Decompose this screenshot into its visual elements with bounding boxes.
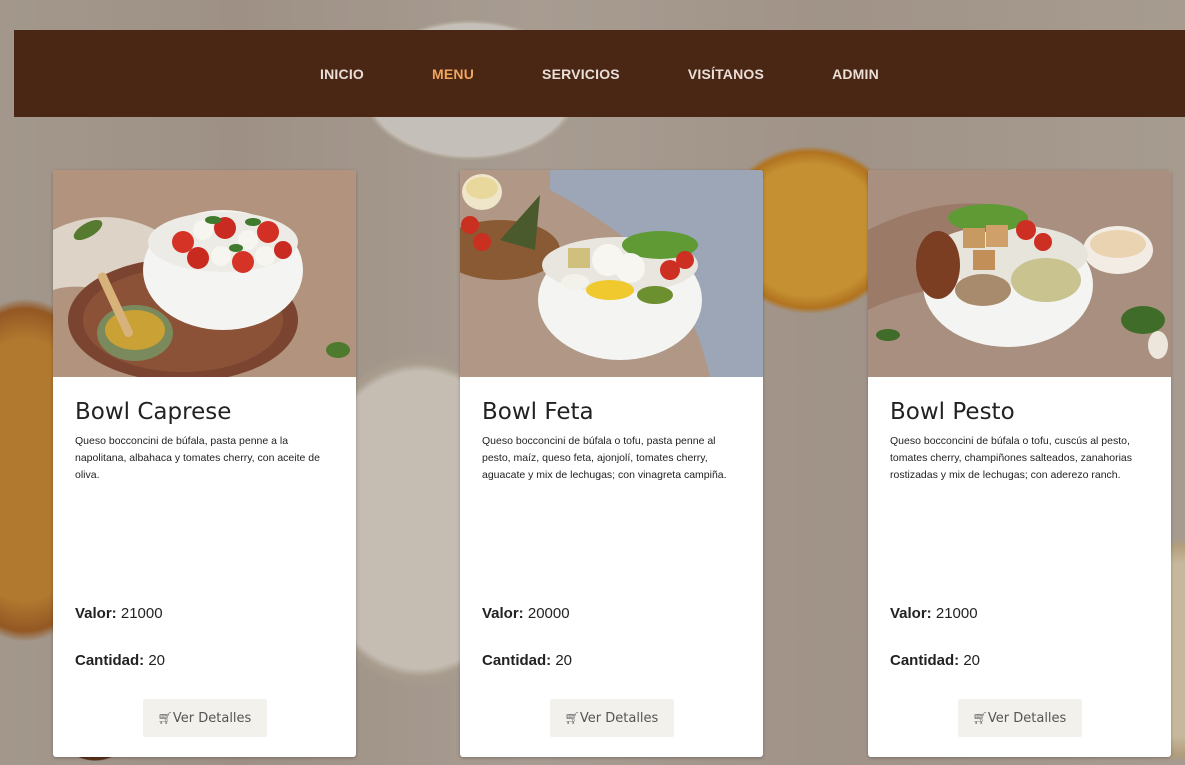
quantity-label: Cantidad: bbox=[890, 652, 960, 669]
nav-item-menu[interactable]: MENU bbox=[398, 66, 508, 82]
product-quantity: Cantidad: 20 bbox=[75, 652, 334, 669]
nav-item-servicios[interactable]: SERVICIOS bbox=[508, 66, 654, 82]
price-label: Valor: bbox=[890, 605, 932, 622]
product-image-pesto bbox=[868, 170, 1171, 377]
cart-icon: 🛒︎ bbox=[157, 710, 173, 725]
product-card-caprese: Bowl Caprese Queso bocconcini de búfala,… bbox=[53, 170, 356, 757]
price-label: Valor: bbox=[482, 605, 524, 622]
price-label: Valor: bbox=[75, 605, 117, 622]
button-label: Ver Detalles bbox=[987, 710, 1067, 726]
product-description: Queso bocconcini de búfala o tofu, pasta… bbox=[482, 435, 727, 481]
quantity-label: Cantidad: bbox=[75, 652, 145, 669]
product-description: Queso bocconcini de búfala, pasta penne … bbox=[75, 435, 320, 481]
product-image-feta bbox=[460, 170, 763, 377]
ver-detalles-button[interactable]: 🛒︎Ver Detalles bbox=[549, 699, 674, 737]
nav-item-visitanos[interactable]: VISÍTANOS bbox=[654, 66, 798, 82]
product-price: Valor: 20000 bbox=[482, 605, 741, 622]
navbar: INICIO MENU SERVICIOS VISÍTANOS ADMIN bbox=[14, 30, 1185, 117]
cart-icon: 🛒︎ bbox=[972, 710, 988, 725]
product-title: Bowl Pesto bbox=[890, 399, 1015, 425]
quantity-value: 20 bbox=[148, 652, 166, 669]
product-price: Valor: 21000 bbox=[890, 605, 1149, 622]
nav-item-inicio[interactable]: INICIO bbox=[286, 66, 398, 82]
cart-icon: 🛒︎ bbox=[564, 710, 580, 725]
button-label: Ver Detalles bbox=[172, 710, 252, 726]
ver-detalles-button[interactable]: 🛒︎Ver Detalles bbox=[957, 699, 1082, 737]
product-quantity: Cantidad: 20 bbox=[890, 652, 1149, 669]
price-value: 20000 bbox=[527, 605, 570, 622]
nav-list: INICIO MENU SERVICIOS VISÍTANOS ADMIN bbox=[286, 66, 913, 82]
product-quantity: Cantidad: 20 bbox=[482, 652, 741, 669]
product-description: Queso bocconcini de búfala o tofu, cuscú… bbox=[890, 435, 1133, 481]
product-card-pesto: Bowl Pesto Queso bocconcini de búfala o … bbox=[868, 170, 1171, 757]
product-image-caprese bbox=[53, 170, 356, 377]
quantity-value: 20 bbox=[963, 652, 981, 669]
nav-item-admin[interactable]: ADMIN bbox=[798, 66, 913, 82]
product-price: Valor: 21000 bbox=[75, 605, 334, 622]
product-title: Bowl Caprese bbox=[75, 399, 232, 425]
price-value: 21000 bbox=[935, 605, 978, 622]
price-value: 21000 bbox=[120, 605, 163, 622]
ver-detalles-button[interactable]: 🛒︎Ver Detalles bbox=[142, 699, 267, 737]
product-card-feta: Bowl Feta Queso bocconcini de búfala o t… bbox=[460, 170, 763, 757]
quantity-value: 20 bbox=[555, 652, 573, 669]
product-title: Bowl Feta bbox=[482, 399, 594, 425]
button-label: Ver Detalles bbox=[579, 710, 659, 726]
quantity-label: Cantidad: bbox=[482, 652, 552, 669]
